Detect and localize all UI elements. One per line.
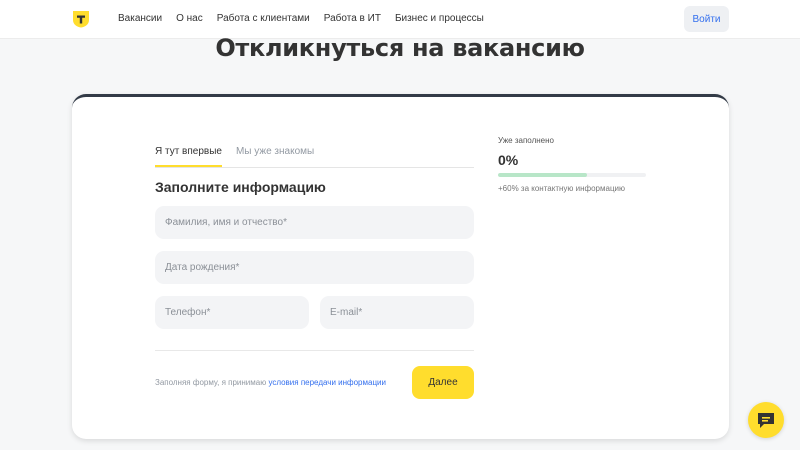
progress-value: 0% [498, 152, 519, 168]
page-title: Откликнуться на вакансию [215, 34, 585, 62]
nav-item-business[interactable]: Бизнес и процессы [395, 13, 484, 24]
nav-item-it-work[interactable]: Работа в ИТ [324, 13, 381, 24]
logo-icon[interactable] [72, 10, 90, 28]
email-input[interactable] [320, 296, 474, 329]
login-button[interactable]: Войти [684, 6, 729, 32]
divider [155, 350, 474, 351]
consent-label: Заполняя форму, я принимаю [155, 378, 269, 387]
form-tabs: Я тут впервые Мы уже знакомы [155, 135, 474, 168]
tab-new-user[interactable]: Я тут впервые [155, 135, 222, 167]
progress-hint: +60% за контактную информацию [498, 184, 625, 193]
full-name-input[interactable] [155, 206, 474, 239]
next-button[interactable]: Далее [412, 366, 474, 399]
progress-bar-fill [498, 173, 587, 177]
application-form-card: Я тут впервые Мы уже знакомы Заполните и… [72, 94, 729, 439]
nav-item-about[interactable]: О нас [176, 13, 203, 24]
consent-terms-link[interactable]: условия передачи информации [268, 378, 386, 387]
nav-item-client-work[interactable]: Работа с клиентами [217, 13, 310, 24]
birth-date-input[interactable] [155, 251, 474, 284]
chat-bubble-icon [748, 413, 784, 442]
consent-text: Заполняя форму, я принимаю условия перед… [155, 378, 386, 387]
tab-existing-user[interactable]: Мы уже знакомы [236, 135, 314, 167]
nav-item-vacancies[interactable]: Вакансии [118, 13, 162, 24]
progress-label: Уже заполнено [498, 136, 554, 145]
section-title: Заполните информацию [155, 179, 326, 195]
phone-input[interactable] [155, 296, 309, 329]
main-nav: Вакансии О нас Работа с клиентами Работа… [118, 13, 498, 24]
progress-bar [498, 173, 646, 177]
chat-button[interactable] [748, 402, 784, 438]
